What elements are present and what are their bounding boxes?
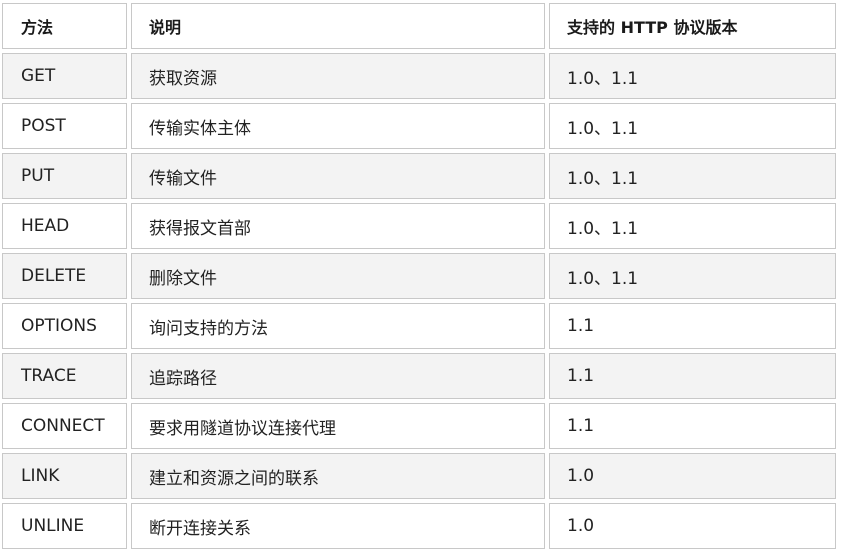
table-cell-method: TRACE [2,353,127,399]
table-cell-version: 1.0 [549,453,836,499]
table-cell-version: 1.1 [549,303,836,349]
method-version: 1.1 [567,316,595,336]
method-description: 获得报文首部 [149,218,251,239]
table-cell-method: LINK [2,453,127,499]
table-cell-method: PUT [2,153,127,199]
table-cell-method: OPTIONS [2,303,127,349]
method-version: 1.1 [567,416,595,436]
table-cell-description: 询问支持的方法 [131,303,545,349]
method-description: 建立和资源之间的联系 [149,468,319,489]
table-cell-method: DELETE [2,253,127,299]
method-description: 断开连接关系 [149,518,251,539]
method-description: 删除文件 [149,268,217,289]
table-cell-method: UNLINE [2,503,127,549]
method-description: 传输文件 [149,168,217,189]
method-version: 1.0、1.1 [567,168,639,189]
method-name: UNLINE [21,516,85,536]
method-description: 传输实体主体 [149,118,251,139]
table-cell-method: POST [2,103,127,149]
table-cell-description: 获得报文首部 [131,203,545,249]
table-cell-description: 断开连接关系 [131,503,545,549]
method-name: HEAD [21,216,70,236]
header-version-label: 支持的 HTTP 协议版本 [567,18,738,37]
header-method-label: 方法 [21,18,54,37]
method-version: 1.1 [567,366,595,386]
method-name: POST [21,116,66,136]
method-name: DELETE [21,266,87,286]
table-cell-description: 要求用隧道协议连接代理 [131,403,545,449]
method-name: PUT [21,166,55,186]
table-cell-description: 建立和资源之间的联系 [131,453,545,499]
table-cell-version: 1.0 [549,503,836,549]
table-cell-description: 删除文件 [131,253,545,299]
header-method: 方法 [2,3,127,49]
method-name: GET [21,66,56,86]
method-version: 1.0、1.1 [567,218,639,239]
method-name: CONNECT [21,416,105,436]
method-version: 1.0 [567,466,595,486]
method-version: 1.0、1.1 [567,68,639,89]
table-cell-description: 获取资源 [131,53,545,99]
header-description-label: 说明 [149,18,182,37]
table-cell-version: 1.0、1.1 [549,253,836,299]
table-cell-version: 1.0、1.1 [549,153,836,199]
method-name: OPTIONS [21,316,97,336]
header-description: 说明 [131,3,545,49]
method-version: 1.0、1.1 [567,118,639,139]
http-methods-table: 方法 说明 支持的 HTTP 协议版本 GET 获取资源 1.0、1.1 POS… [2,3,844,549]
method-description: 要求用隧道协议连接代理 [149,418,336,439]
table-cell-description: 传输实体主体 [131,103,545,149]
table-cell-method: CONNECT [2,403,127,449]
table-cell-version: 1.0、1.1 [549,53,836,99]
method-description: 追踪路径 [149,368,217,389]
table-cell-method: GET [2,53,127,99]
table-cell-version: 1.0、1.1 [549,103,836,149]
table-cell-description: 追踪路径 [131,353,545,399]
table-cell-method: HEAD [2,203,127,249]
header-version: 支持的 HTTP 协议版本 [549,3,836,49]
table-cell-version: 1.1 [549,353,836,399]
table-cell-version: 1.0、1.1 [549,203,836,249]
method-description: 询问支持的方法 [149,318,268,339]
method-version: 1.0、1.1 [567,268,639,289]
method-version: 1.0 [567,516,595,536]
method-description: 获取资源 [149,68,217,89]
method-name: LINK [21,466,60,486]
method-name: TRACE [21,366,77,386]
table-cell-description: 传输文件 [131,153,545,199]
table-cell-version: 1.1 [549,403,836,449]
